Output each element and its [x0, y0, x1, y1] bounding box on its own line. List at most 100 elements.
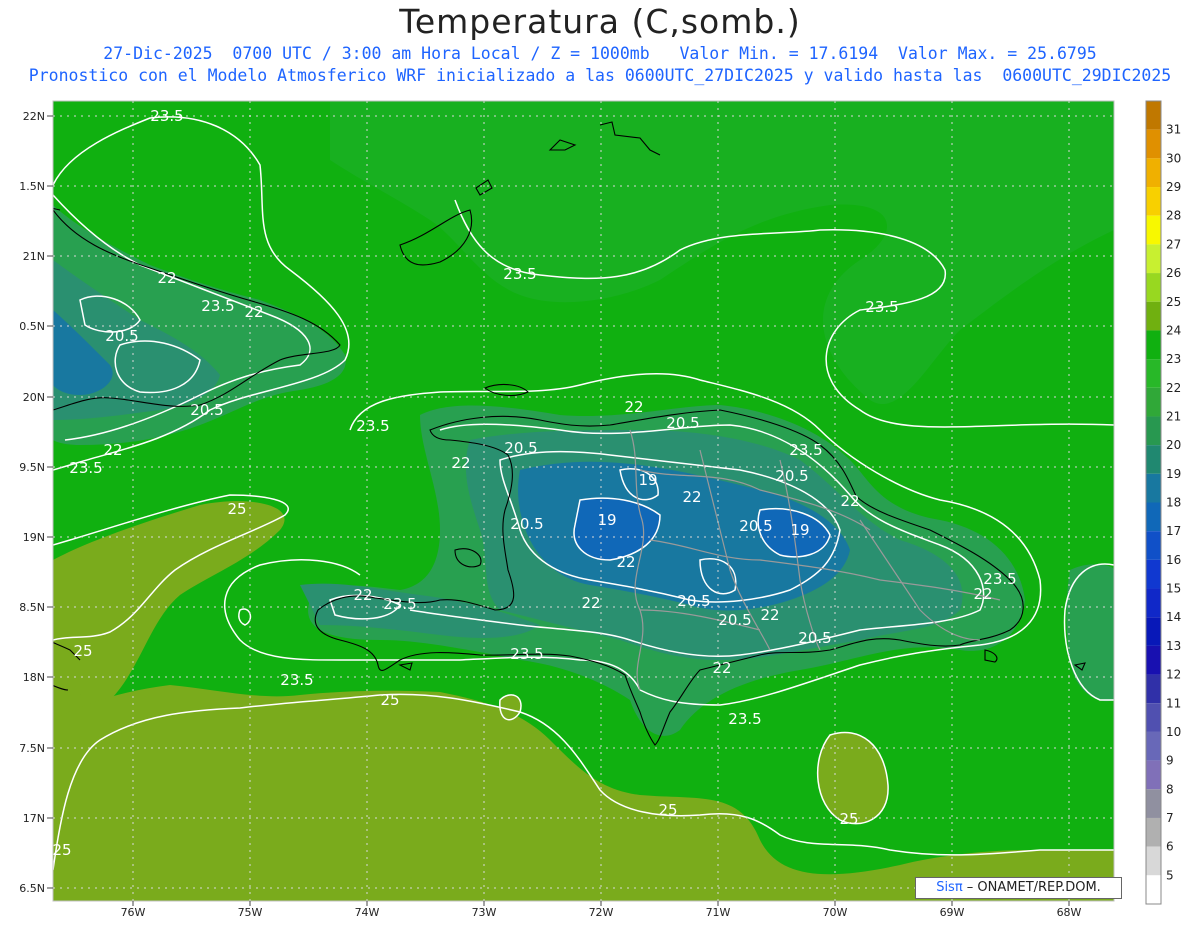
lat-label: 0.5N	[19, 320, 45, 333]
contour-label: 20.5	[666, 414, 699, 432]
colorbar-label: 22	[1166, 381, 1181, 395]
shaded-field	[53, 101, 1114, 901]
colorbar-swatch	[1146, 588, 1161, 618]
colorbar-swatch	[1146, 215, 1161, 245]
credit-text: – ONAMET/REP.DOM.	[962, 880, 1101, 895]
contour-label: 20.5	[775, 467, 808, 485]
contour-label: 23.5	[201, 297, 234, 315]
colorbar-swatch	[1146, 473, 1161, 503]
contour-label: 25	[73, 642, 92, 660]
contour-label: 22	[157, 269, 176, 287]
colorbar-swatch	[1146, 158, 1161, 188]
contour-label: 19	[790, 521, 809, 539]
lon-label: 74W	[355, 906, 380, 919]
colorbar-label: 28	[1166, 209, 1181, 223]
contour-label: 19	[638, 471, 657, 489]
colorbar-swatch	[1146, 817, 1161, 847]
contour-label: 20.5	[677, 592, 710, 610]
contour-label: 23.5	[69, 459, 102, 477]
contour-label: 20.5	[190, 401, 223, 419]
contour-label: 22	[682, 488, 701, 506]
map-title: Temperatura (C,somb.)	[399, 2, 801, 41]
contour-label: 20.5	[739, 517, 772, 535]
subtitle-model-run: Pronostico con el Modelo Atmosferico WRF…	[28, 66, 1172, 85]
lat-label: 19N	[23, 531, 45, 544]
lon-label: 76W	[121, 906, 146, 919]
colorbar-label: 5	[1166, 868, 1174, 882]
lat-label: 17N	[23, 812, 45, 825]
contour-label: 23.5	[150, 107, 183, 125]
contour-label: 25	[839, 810, 858, 828]
colorbar-swatch	[1146, 273, 1161, 302]
colorbar-label: 23	[1166, 352, 1181, 366]
contour-label: 22	[973, 585, 992, 603]
lat-label: 22N	[23, 110, 45, 123]
colorbar-label: 11	[1166, 696, 1181, 710]
credit-box: Sisπ – ONAMET/REP.DOM.	[915, 877, 1122, 899]
contour-label: 20.5	[105, 327, 138, 345]
colorbar-swatch	[1146, 617, 1161, 646]
colorbar-swatch	[1146, 846, 1161, 876]
lat-label: 1.5N	[19, 180, 45, 193]
colorbar-swatch	[1146, 531, 1161, 560]
colorbar-label: 12	[1166, 668, 1181, 682]
contour-label: 23.5	[510, 645, 543, 663]
colorbar-swatch	[1146, 187, 1161, 216]
colorbar-swatch	[1146, 387, 1161, 417]
contour-label: 19	[597, 511, 616, 529]
colorbar-label: 14	[1166, 610, 1181, 624]
colorbar-label: 18	[1166, 496, 1181, 510]
colorbar-label: 30	[1166, 151, 1181, 165]
colorbar-label: 15	[1166, 582, 1181, 596]
contour-label: 22	[451, 454, 470, 472]
lon-label: 71W	[706, 906, 731, 919]
contour-label: 20.5	[718, 611, 751, 629]
lat-label: 18N	[23, 671, 45, 684]
contour-label: 22	[103, 441, 122, 459]
lon-label: 68W	[1057, 906, 1082, 919]
contour-label: 22	[353, 586, 372, 604]
colorbar-label: 8	[1166, 782, 1174, 796]
colorbar-label: 25	[1166, 295, 1181, 309]
colorbar-swatch	[1146, 760, 1161, 790]
colorbar-swatch	[1146, 789, 1161, 818]
colorbar-label: 9	[1166, 754, 1174, 768]
colorbar-swatch	[1146, 129, 1161, 159]
contour-label: 23.5	[865, 298, 898, 316]
colorbar-swatch	[1146, 645, 1161, 675]
colorbar-label: 20	[1166, 438, 1181, 452]
colorbar-label: 27	[1166, 237, 1181, 251]
colorbar-label: 19	[1166, 467, 1181, 481]
colorbar-swatch	[1146, 731, 1161, 761]
latitude-labels: 22N 1.5N 21N 0.5N 20N 9.5N 19N 8.5N 18N 7.5N 17N 6.…	[19, 110, 53, 895]
contour-label: 25	[658, 801, 677, 819]
colorbar-swatch	[1146, 301, 1161, 331]
contour-label: 25	[380, 691, 399, 709]
contour-label: 20.5	[504, 439, 537, 457]
colorbar-label: 17	[1166, 524, 1181, 538]
colorbar-swatch	[1146, 445, 1161, 474]
contour-label: 23.5	[356, 417, 389, 435]
colorbar-swatch	[1146, 559, 1161, 589]
credit-brand: Sisπ	[936, 880, 963, 895]
contour-label: 22	[840, 492, 859, 510]
lat-label: 21N	[23, 250, 45, 263]
lon-label: 75W	[238, 906, 263, 919]
lon-label: 70W	[823, 906, 848, 919]
colorbar-swatch	[1146, 244, 1161, 274]
contour-label: 23.5	[503, 265, 536, 283]
contour-label: 23.5	[383, 595, 416, 613]
contour-label: 25	[52, 841, 71, 859]
colorbar-label: 21	[1166, 409, 1181, 423]
contour-label: 23.5	[789, 441, 822, 459]
contour-label: 22	[616, 553, 635, 571]
colorbar-label: 7	[1166, 811, 1174, 825]
colorbar-swatch	[1146, 359, 1161, 388]
colorbar-label: 29	[1166, 180, 1181, 194]
colorbar-swatch	[1146, 502, 1161, 532]
colorbar-label: 16	[1166, 553, 1181, 567]
contour-label: 22	[760, 606, 779, 624]
colorbar-label: 6	[1166, 840, 1174, 854]
lat-label: 8.5N	[19, 601, 45, 614]
contour-label: 22	[581, 594, 600, 612]
